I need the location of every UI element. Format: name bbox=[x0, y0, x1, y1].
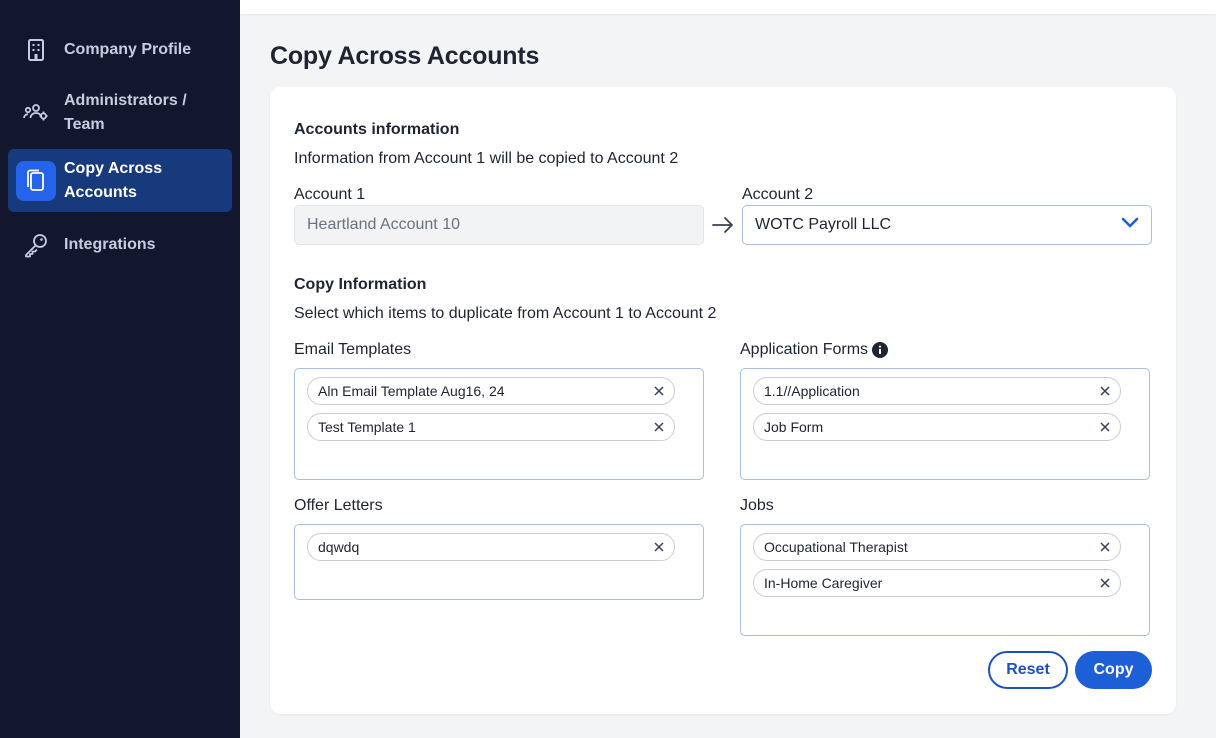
account2-selected-value: WOTC Payroll LLC bbox=[755, 216, 892, 233]
close-icon[interactable] bbox=[652, 384, 666, 398]
account2-select[interactable]: WOTC Payroll LLC bbox=[742, 205, 1152, 245]
copy-button[interactable]: Copy bbox=[1075, 651, 1152, 689]
sidebar-item-label: Administrators / Team bbox=[64, 89, 204, 137]
copy-info-title: Copy Information bbox=[294, 276, 427, 293]
arrow-right-icon bbox=[711, 216, 735, 239]
sidebar-item-label-text: Administrators / Team bbox=[64, 92, 187, 133]
copy-accounts-card: Accounts information Information from Ac… bbox=[270, 87, 1176, 714]
sidebar: Company Profile Administrators / Team Co… bbox=[0, 0, 240, 738]
close-icon[interactable] bbox=[1098, 540, 1112, 554]
email-templates-label: Email Templates bbox=[294, 341, 412, 358]
chip-label: In-Home Caregiver bbox=[764, 575, 883, 591]
sidebar-item-administrators-team[interactable]: Administrators / Team bbox=[8, 89, 232, 137]
chevron-down-icon bbox=[1121, 216, 1139, 234]
job-chip: In-Home Caregiver bbox=[753, 569, 1121, 597]
jobs-label: Jobs bbox=[740, 497, 774, 514]
email-template-chip: Test Template 1 bbox=[307, 413, 675, 441]
account1-field[interactable] bbox=[294, 205, 704, 245]
account2-label: Account 2 bbox=[742, 186, 814, 203]
chip-label: Occupational Therapist bbox=[764, 539, 908, 555]
email-templates-multiselect[interactable]: Aln Email Template Aug16, 24 Test Templa… bbox=[294, 368, 704, 480]
application-forms-label-text: Application Forms bbox=[740, 341, 869, 358]
chip-label: 1.1//Application bbox=[764, 383, 860, 399]
sidebar-item-label: Company Profile bbox=[64, 41, 192, 58]
sidebar-item-label: Copy Across Accounts bbox=[64, 157, 184, 205]
users-icon bbox=[16, 93, 56, 133]
sidebar-item-integrations[interactable]: Integrations bbox=[8, 221, 232, 269]
close-icon[interactable] bbox=[652, 540, 666, 554]
sidebar-item-copy-across-accounts[interactable]: Copy Across Accounts bbox=[8, 149, 232, 212]
application-forms-label: Application Forms bbox=[740, 341, 889, 359]
offer-letters-label: Offer Letters bbox=[294, 497, 383, 514]
chip-label: Test Template 1 bbox=[318, 419, 416, 435]
close-icon[interactable] bbox=[1098, 576, 1112, 590]
offer-letters-multiselect[interactable]: dqwdq bbox=[294, 524, 704, 600]
copy-info-description: Select which items to duplicate from Acc… bbox=[294, 305, 717, 322]
copy-icon bbox=[16, 160, 56, 201]
application-form-chip: Job Form bbox=[753, 413, 1121, 441]
building-icon bbox=[16, 30, 56, 70]
jobs-multiselect[interactable]: Occupational Therapist In-Home Caregiver bbox=[740, 524, 1150, 636]
page-title: Copy Across Accounts bbox=[270, 42, 540, 70]
close-icon[interactable] bbox=[652, 420, 666, 434]
email-template-chip: Aln Email Template Aug16, 24 bbox=[307, 377, 675, 405]
job-chip: Occupational Therapist bbox=[753, 533, 1121, 561]
sidebar-item-label: Integrations bbox=[64, 236, 156, 253]
close-icon[interactable] bbox=[1098, 420, 1112, 434]
chip-label: Aln Email Template Aug16, 24 bbox=[318, 383, 505, 399]
reset-button[interactable]: Reset bbox=[988, 651, 1068, 689]
chip-label: dqwdq bbox=[318, 539, 360, 555]
accounts-info-description: Information from Account 1 will be copie… bbox=[294, 150, 679, 167]
offer-letter-chip: dqwdq bbox=[307, 533, 675, 561]
accounts-info-title: Accounts information bbox=[294, 121, 460, 138]
info-icon[interactable] bbox=[872, 342, 889, 358]
application-forms-multiselect[interactable]: 1.1//Application Job Form bbox=[740, 368, 1150, 480]
account1-label: Account 1 bbox=[294, 186, 366, 203]
application-form-chip: 1.1//Application bbox=[753, 377, 1121, 405]
close-icon[interactable] bbox=[1098, 384, 1112, 398]
sidebar-item-label-text: Copy Across Accounts bbox=[64, 159, 163, 201]
top-bar bbox=[240, 0, 1216, 14]
key-icon bbox=[16, 225, 56, 265]
chip-label: Job Form bbox=[764, 419, 824, 435]
sidebar-item-company-profile[interactable]: Company Profile bbox=[8, 26, 232, 74]
